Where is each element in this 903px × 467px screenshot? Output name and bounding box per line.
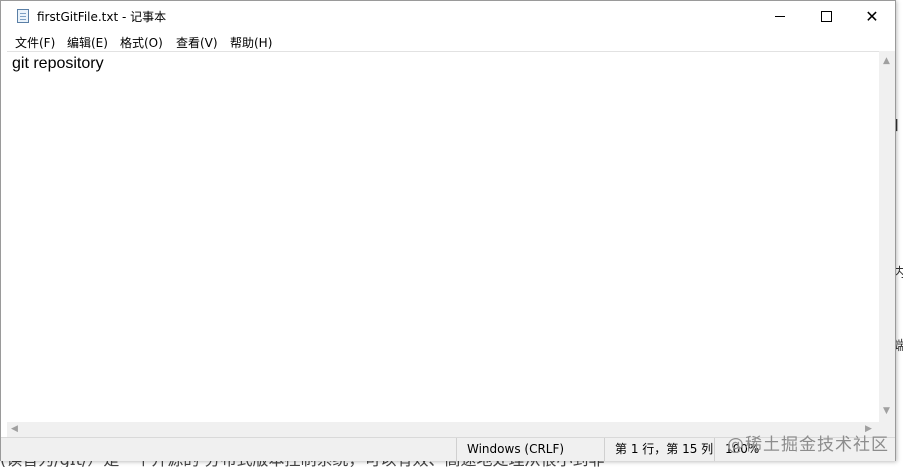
scroll-down-icon[interactable]: ▼ [883,407,890,416]
maximize-icon [820,11,832,22]
notepad-window: firstGitFile.txt - 记事本 ✕ 文件(F) 编辑(E) 格式(… [0,0,896,461]
scroll-left-icon[interactable]: ◀ [11,425,18,434]
status-line-ending: Windows (CRLF) [456,438,604,461]
watermark: @稀土掘金技术社区 [727,435,889,455]
close-button[interactable]: ✕ [849,1,895,32]
maximize-button[interactable] [803,1,849,32]
title-bar[interactable]: firstGitFile.txt - 记事本 ✕ [1,1,895,32]
menu-edit[interactable]: 编辑(E) [67,34,108,51]
menu-view[interactable]: 查看(V) [176,34,218,51]
menu-format[interactable]: 格式(O) [120,34,163,51]
minimize-button[interactable] [757,1,803,32]
menu-help[interactable]: 帮助(H) [230,34,272,51]
scroll-up-icon[interactable]: ▲ [883,57,890,66]
close-icon: ✕ [865,6,879,26]
editor-content[interactable]: git repository [12,55,104,73]
window-title: firstGitFile.txt - 记事本 [37,10,167,24]
notepad-icon [17,9,29,23]
text-editor-area[interactable]: git repository [7,51,879,422]
menu-bar: 文件(F) 编辑(E) 格式(O) 查看(V) 帮助(H) [1,32,895,51]
status-cursor-position: 第 1 行，第 15 列 [604,438,714,461]
minimize-icon [775,16,785,17]
vertical-scrollbar[interactable]: ▲ ▼ [879,51,895,422]
menu-file[interactable]: 文件(F) [15,34,55,51]
